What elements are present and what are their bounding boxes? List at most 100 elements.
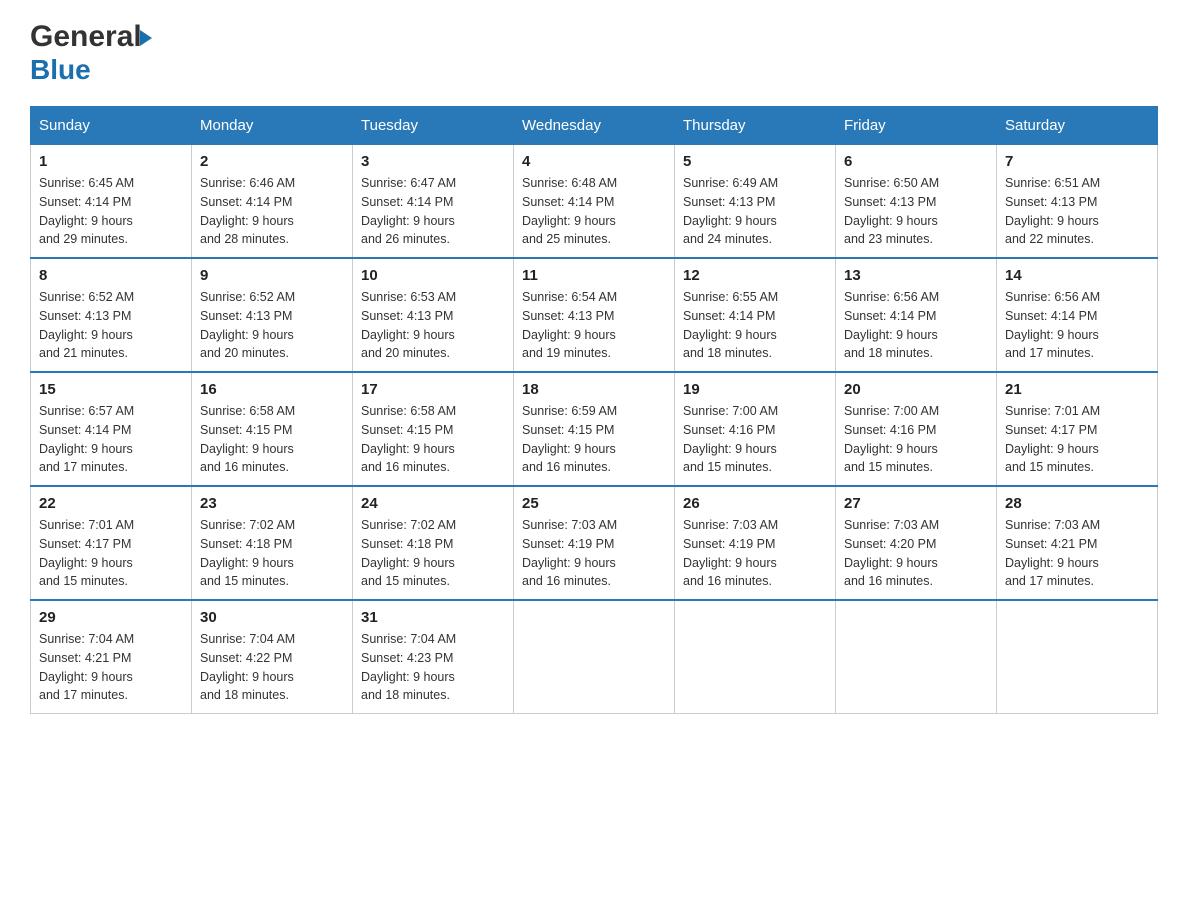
- day-number: 7: [1005, 153, 1149, 170]
- col-header-wednesday: Wednesday: [514, 107, 675, 145]
- day-number: 26: [683, 495, 827, 512]
- day-number: 24: [361, 495, 505, 512]
- calendar-cell: [514, 600, 675, 714]
- calendar-cell: 24 Sunrise: 7:02 AMSunset: 4:18 PMDaylig…: [353, 486, 514, 600]
- calendar-cell: 4 Sunrise: 6:48 AMSunset: 4:14 PMDayligh…: [514, 145, 675, 259]
- calendar-cell: 20 Sunrise: 7:00 AMSunset: 4:16 PMDaylig…: [836, 372, 997, 486]
- day-number: 9: [200, 267, 344, 284]
- day-info: Sunrise: 6:45 AMSunset: 4:14 PMDaylight:…: [39, 174, 183, 249]
- calendar-cell: 23 Sunrise: 7:02 AMSunset: 4:18 PMDaylig…: [192, 486, 353, 600]
- day-number: 11: [522, 267, 666, 284]
- day-number: 13: [844, 267, 988, 284]
- calendar-cell: 5 Sunrise: 6:49 AMSunset: 4:13 PMDayligh…: [675, 145, 836, 259]
- calendar-cell: 8 Sunrise: 6:52 AMSunset: 4:13 PMDayligh…: [31, 258, 192, 372]
- calendar-cell: 10 Sunrise: 6:53 AMSunset: 4:13 PMDaylig…: [353, 258, 514, 372]
- day-info: Sunrise: 7:04 AMSunset: 4:21 PMDaylight:…: [39, 630, 183, 705]
- calendar-cell: 27 Sunrise: 7:03 AMSunset: 4:20 PMDaylig…: [836, 486, 997, 600]
- day-info: Sunrise: 6:59 AMSunset: 4:15 PMDaylight:…: [522, 402, 666, 477]
- day-number: 14: [1005, 267, 1149, 284]
- calendar-cell: 29 Sunrise: 7:04 AMSunset: 4:21 PMDaylig…: [31, 600, 192, 714]
- day-info: Sunrise: 7:03 AMSunset: 4:21 PMDaylight:…: [1005, 516, 1149, 591]
- day-number: 31: [361, 609, 505, 626]
- calendar-cell: 26 Sunrise: 7:03 AMSunset: 4:19 PMDaylig…: [675, 486, 836, 600]
- day-info: Sunrise: 7:02 AMSunset: 4:18 PMDaylight:…: [361, 516, 505, 591]
- day-info: Sunrise: 6:58 AMSunset: 4:15 PMDaylight:…: [200, 402, 344, 477]
- day-info: Sunrise: 7:04 AMSunset: 4:23 PMDaylight:…: [361, 630, 505, 705]
- logo-blue: Blue: [30, 54, 91, 86]
- col-header-thursday: Thursday: [675, 107, 836, 145]
- day-info: Sunrise: 7:01 AMSunset: 4:17 PMDaylight:…: [39, 516, 183, 591]
- day-info: Sunrise: 6:58 AMSunset: 4:15 PMDaylight:…: [361, 402, 505, 477]
- col-header-monday: Monday: [192, 107, 353, 145]
- day-number: 5: [683, 153, 827, 170]
- day-number: 17: [361, 381, 505, 398]
- col-header-saturday: Saturday: [997, 107, 1158, 145]
- day-info: Sunrise: 7:00 AMSunset: 4:16 PMDaylight:…: [844, 402, 988, 477]
- calendar-cell: 25 Sunrise: 7:03 AMSunset: 4:19 PMDaylig…: [514, 486, 675, 600]
- calendar-cell: 31 Sunrise: 7:04 AMSunset: 4:23 PMDaylig…: [353, 600, 514, 714]
- calendar-cell: 30 Sunrise: 7:04 AMSunset: 4:22 PMDaylig…: [192, 600, 353, 714]
- calendar-week-1: 1 Sunrise: 6:45 AMSunset: 4:14 PMDayligh…: [31, 145, 1158, 259]
- day-number: 18: [522, 381, 666, 398]
- calendar-cell: 13 Sunrise: 6:56 AMSunset: 4:14 PMDaylig…: [836, 258, 997, 372]
- calendar-cell: 3 Sunrise: 6:47 AMSunset: 4:14 PMDayligh…: [353, 145, 514, 259]
- day-info: Sunrise: 7:03 AMSunset: 4:20 PMDaylight:…: [844, 516, 988, 591]
- day-info: Sunrise: 6:56 AMSunset: 4:14 PMDaylight:…: [844, 288, 988, 363]
- day-number: 25: [522, 495, 666, 512]
- day-info: Sunrise: 6:46 AMSunset: 4:14 PMDaylight:…: [200, 174, 344, 249]
- logo-general: General: [30, 20, 142, 54]
- day-info: Sunrise: 6:48 AMSunset: 4:14 PMDaylight:…: [522, 174, 666, 249]
- day-number: 4: [522, 153, 666, 170]
- logo: General Blue: [30, 20, 152, 86]
- calendar-cell: 2 Sunrise: 6:46 AMSunset: 4:14 PMDayligh…: [192, 145, 353, 259]
- calendar-cell: 6 Sunrise: 6:50 AMSunset: 4:13 PMDayligh…: [836, 145, 997, 259]
- day-number: 30: [200, 609, 344, 626]
- day-info: Sunrise: 7:01 AMSunset: 4:17 PMDaylight:…: [1005, 402, 1149, 477]
- calendar-week-5: 29 Sunrise: 7:04 AMSunset: 4:21 PMDaylig…: [31, 600, 1158, 714]
- day-info: Sunrise: 6:52 AMSunset: 4:13 PMDaylight:…: [200, 288, 344, 363]
- calendar-week-3: 15 Sunrise: 6:57 AMSunset: 4:14 PMDaylig…: [31, 372, 1158, 486]
- day-number: 20: [844, 381, 988, 398]
- calendar-header-row: SundayMondayTuesdayWednesdayThursdayFrid…: [31, 107, 1158, 145]
- day-number: 23: [200, 495, 344, 512]
- day-info: Sunrise: 7:00 AMSunset: 4:16 PMDaylight:…: [683, 402, 827, 477]
- calendar-cell: 9 Sunrise: 6:52 AMSunset: 4:13 PMDayligh…: [192, 258, 353, 372]
- day-info: Sunrise: 6:56 AMSunset: 4:14 PMDaylight:…: [1005, 288, 1149, 363]
- day-number: 22: [39, 495, 183, 512]
- calendar-cell: 22 Sunrise: 7:01 AMSunset: 4:17 PMDaylig…: [31, 486, 192, 600]
- day-number: 6: [844, 153, 988, 170]
- calendar-cell: 28 Sunrise: 7:03 AMSunset: 4:21 PMDaylig…: [997, 486, 1158, 600]
- calendar-cell: 16 Sunrise: 6:58 AMSunset: 4:15 PMDaylig…: [192, 372, 353, 486]
- day-info: Sunrise: 6:51 AMSunset: 4:13 PMDaylight:…: [1005, 174, 1149, 249]
- day-info: Sunrise: 6:54 AMSunset: 4:13 PMDaylight:…: [522, 288, 666, 363]
- calendar-table: SundayMondayTuesdayWednesdayThursdayFrid…: [30, 106, 1158, 714]
- calendar-week-4: 22 Sunrise: 7:01 AMSunset: 4:17 PMDaylig…: [31, 486, 1158, 600]
- calendar-cell: 7 Sunrise: 6:51 AMSunset: 4:13 PMDayligh…: [997, 145, 1158, 259]
- calendar-cell: 18 Sunrise: 6:59 AMSunset: 4:15 PMDaylig…: [514, 372, 675, 486]
- day-number: 10: [361, 267, 505, 284]
- day-number: 8: [39, 267, 183, 284]
- calendar-cell: [997, 600, 1158, 714]
- day-info: Sunrise: 6:53 AMSunset: 4:13 PMDaylight:…: [361, 288, 505, 363]
- day-number: 1: [39, 153, 183, 170]
- day-number: 21: [1005, 381, 1149, 398]
- calendar-cell: [675, 600, 836, 714]
- day-number: 3: [361, 153, 505, 170]
- calendar-cell: 21 Sunrise: 7:01 AMSunset: 4:17 PMDaylig…: [997, 372, 1158, 486]
- day-info: Sunrise: 6:50 AMSunset: 4:13 PMDaylight:…: [844, 174, 988, 249]
- day-number: 15: [39, 381, 183, 398]
- logo-triangle-icon: [140, 30, 152, 46]
- day-info: Sunrise: 6:49 AMSunset: 4:13 PMDaylight:…: [683, 174, 827, 249]
- day-number: 19: [683, 381, 827, 398]
- calendar-cell: 14 Sunrise: 6:56 AMSunset: 4:14 PMDaylig…: [997, 258, 1158, 372]
- col-header-sunday: Sunday: [31, 107, 192, 145]
- calendar-cell: 12 Sunrise: 6:55 AMSunset: 4:14 PMDaylig…: [675, 258, 836, 372]
- col-header-friday: Friday: [836, 107, 997, 145]
- day-info: Sunrise: 7:04 AMSunset: 4:22 PMDaylight:…: [200, 630, 344, 705]
- day-info: Sunrise: 6:57 AMSunset: 4:14 PMDaylight:…: [39, 402, 183, 477]
- day-number: 29: [39, 609, 183, 626]
- calendar-cell: 11 Sunrise: 6:54 AMSunset: 4:13 PMDaylig…: [514, 258, 675, 372]
- calendar-cell: 1 Sunrise: 6:45 AMSunset: 4:14 PMDayligh…: [31, 145, 192, 259]
- day-number: 12: [683, 267, 827, 284]
- calendar-cell: 19 Sunrise: 7:00 AMSunset: 4:16 PMDaylig…: [675, 372, 836, 486]
